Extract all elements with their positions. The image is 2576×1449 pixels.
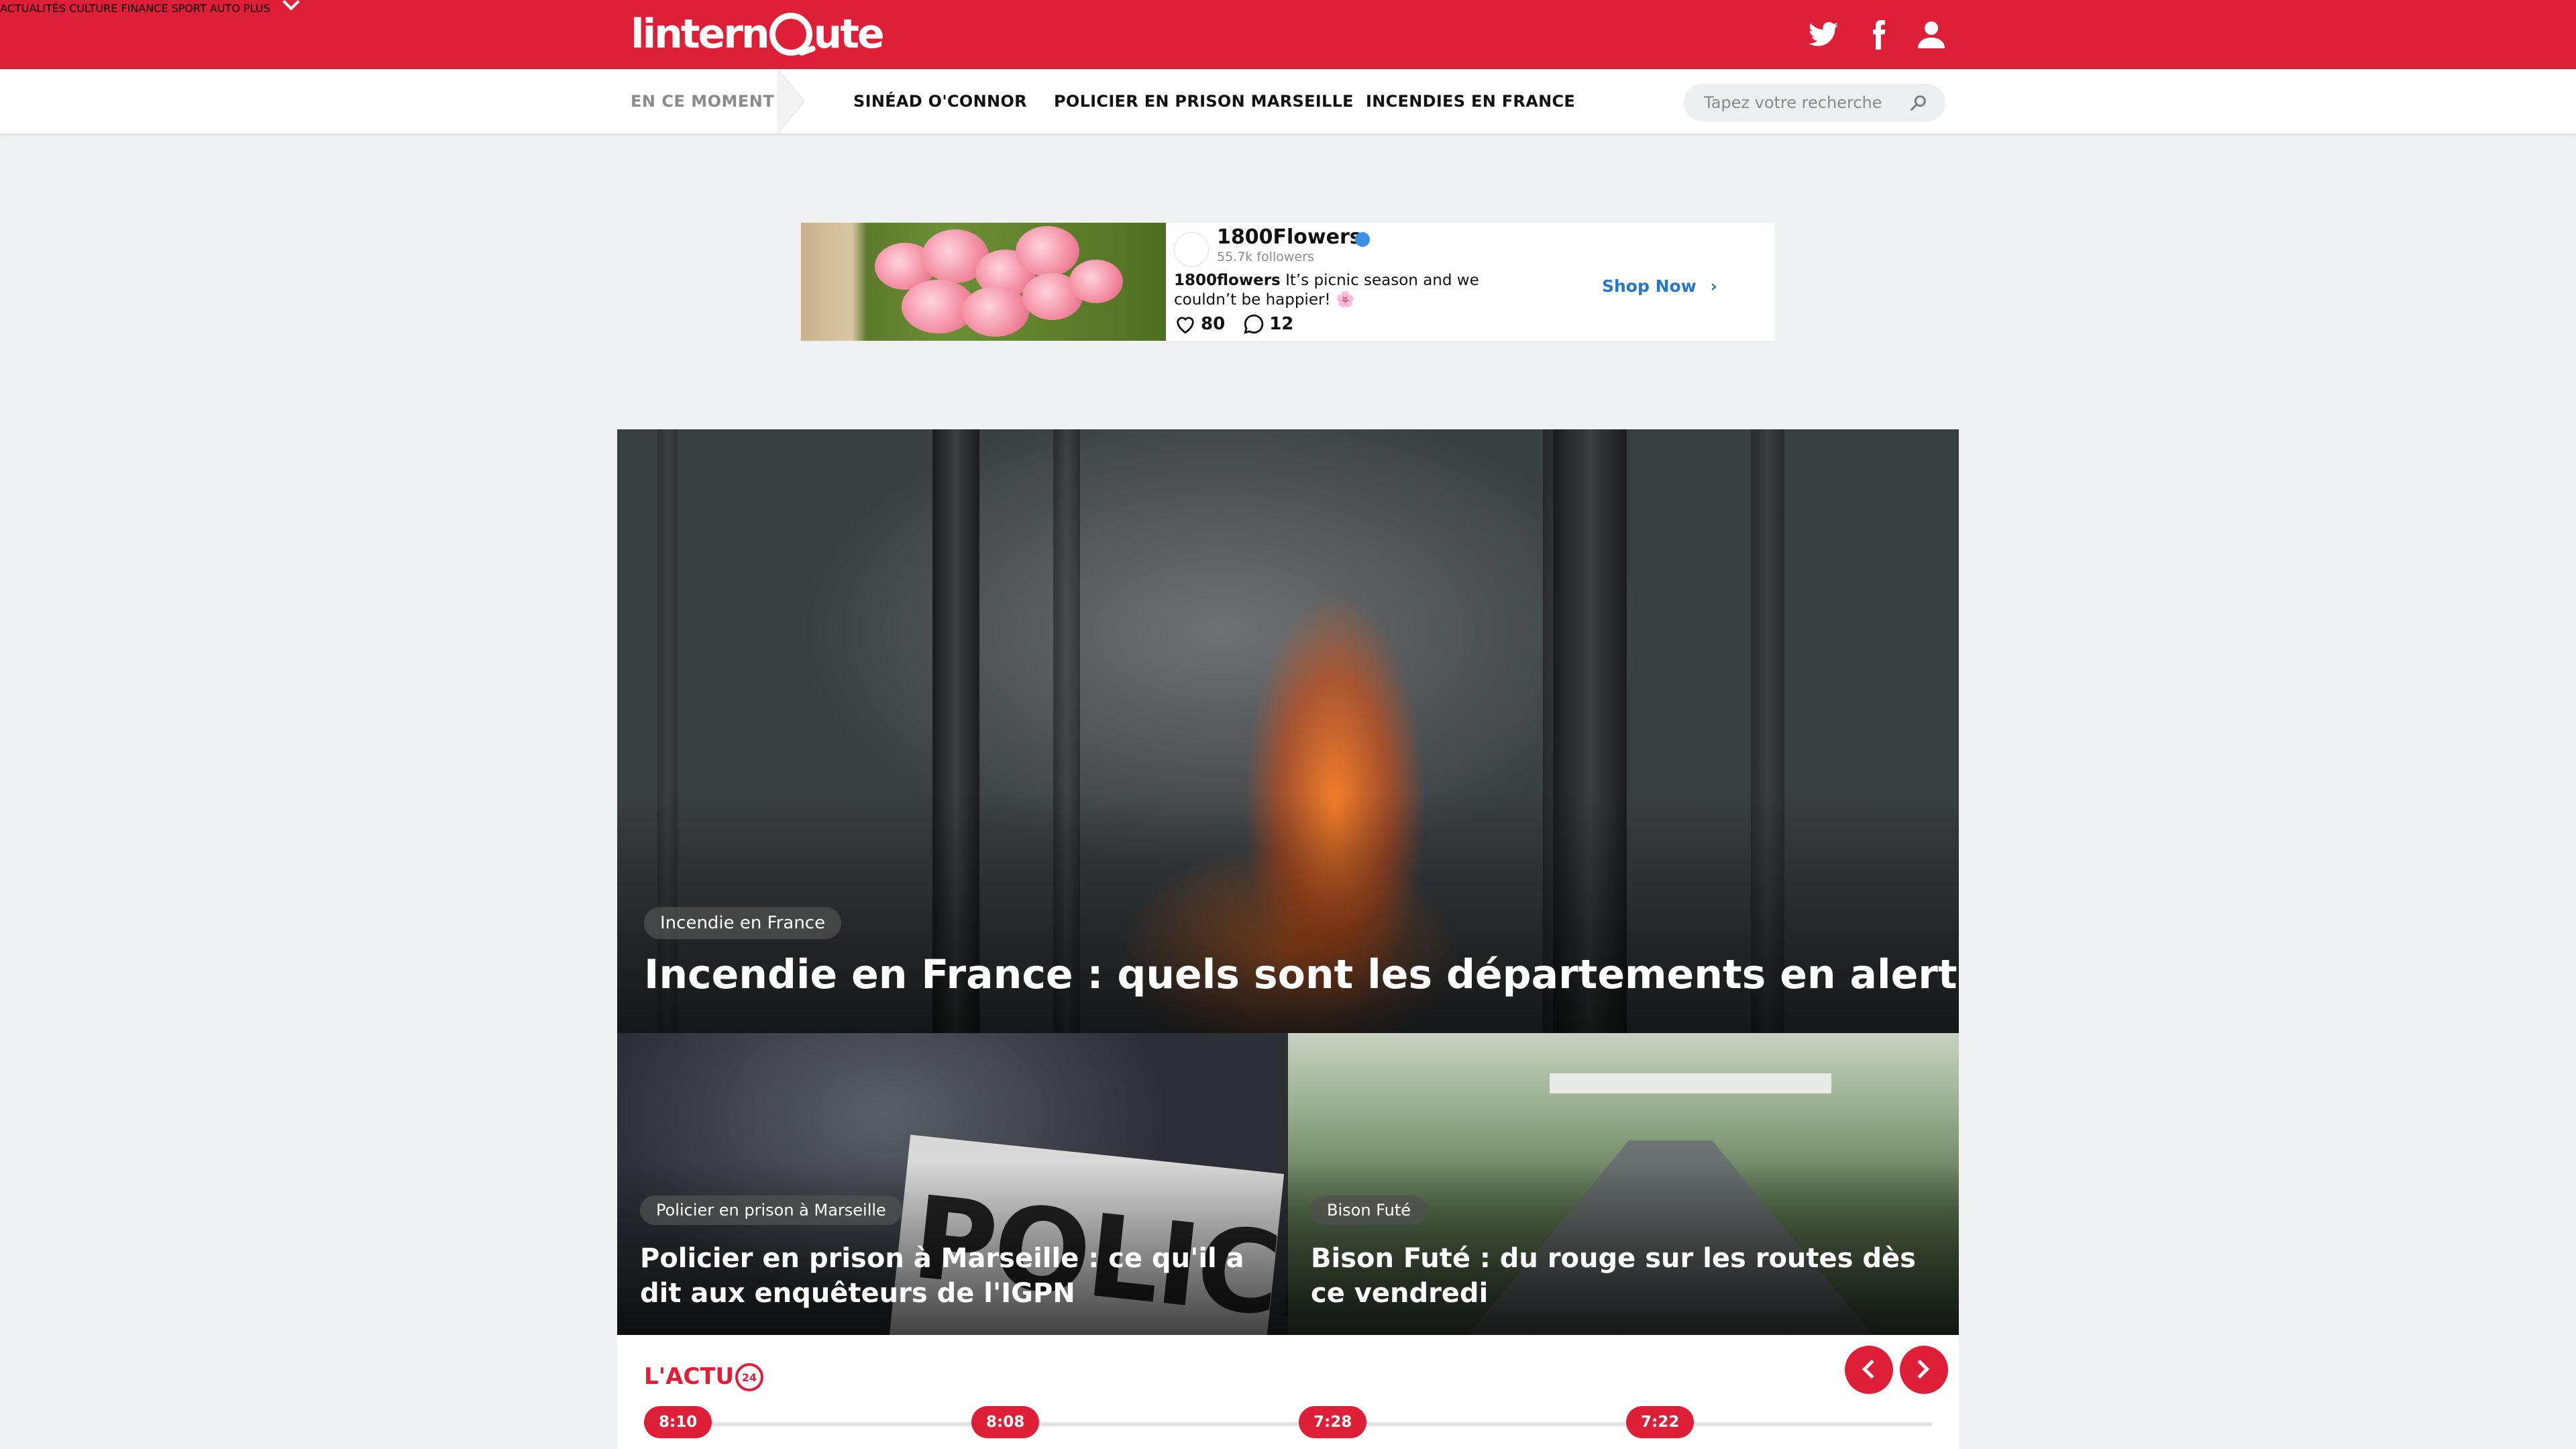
card-headline[interactable]: Policier en prison à Marseille : ce qu'i… — [640, 1241, 1271, 1311]
hero-category-tag[interactable]: Incendie en France — [644, 907, 842, 939]
card-headline[interactable]: Bison Futé : du rouge sur les routes dès… — [1311, 1241, 1941, 1311]
trend-link-sinead[interactable]: SINÉAD O'CONNOR — [853, 92, 1027, 111]
ad-comments-count: 12 — [1269, 314, 1294, 334]
highway-sign — [1550, 1073, 1831, 1093]
verified-badge-icon — [1355, 232, 1370, 247]
clock-24h-icon: 24 — [735, 1363, 763, 1391]
timeline-track — [644, 1422, 1932, 1426]
nav-finance[interactable]: FINANCE — [121, 2, 168, 15]
article-card-bison-fute[interactable]: Bison Futé Bison Futé : du rouge sur les… — [1288, 1033, 1959, 1335]
nav-actualites[interactable]: ACTUALITÉS — [0, 2, 66, 15]
chevron-right-icon: › — [1710, 276, 1717, 296]
logo-at-icon — [769, 13, 812, 56]
ad-cta-label: Shop Now — [1602, 276, 1697, 296]
next-button[interactable] — [1900, 1346, 1948, 1394]
trending-bar: EN CE MOMENT SINÉAD O'CONNOR POLICIER EN… — [0, 69, 2576, 133]
card-category-tag[interactable]: Bison Futé — [1311, 1195, 1428, 1225]
twitter-icon[interactable] — [1807, 19, 1839, 51]
time-badge[interactable]: 7:22 — [1626, 1406, 1695, 1438]
svg-text:24: 24 — [742, 1371, 757, 1384]
chevron-down-icon — [282, 0, 300, 11]
search-input[interactable] — [1704, 84, 1905, 121]
nav-sport[interactable]: SPORT — [172, 2, 207, 15]
hero-article[interactable]: Incendie en France Incendie en France : … — [617, 429, 1959, 1033]
ad-likes-count: 80 — [1201, 314, 1226, 334]
separator-arrow-icon — [777, 69, 805, 133]
nav-plus-label: PLUS — [243, 2, 270, 15]
chevron-right-icon — [1910, 1359, 1930, 1379]
heart-icon — [1177, 317, 1194, 334]
ad-caption: 1800flowers It’s picnic season and we co… — [1174, 271, 1523, 310]
ad-flowers-image — [801, 223, 1166, 341]
user-account-icon[interactable] — [1915, 19, 1947, 51]
ad-handle: 1800flowers — [1174, 272, 1281, 289]
ad-engagement: 80 12 — [1174, 313, 1293, 335]
card-category-tag[interactable]: Policier en prison à Marseille — [640, 1195, 902, 1225]
site-logo[interactable]: lintern ute — [631, 11, 885, 58]
time-badge[interactable]: 8:08 — [971, 1406, 1040, 1438]
previous-button[interactable] — [1845, 1346, 1893, 1394]
search-icon[interactable] — [1909, 93, 1928, 112]
live-news-section: L'ACTU 24 8:10 8:08 7:28 7:22 — [617, 1335, 1959, 1449]
facebook-icon[interactable] — [1862, 19, 1894, 51]
sponsored-ad[interactable]: 1800Flowers 55.7k followers 1800flowers … — [801, 223, 1775, 341]
nav-culture[interactable]: CULTURE — [69, 2, 117, 15]
nav-plus[interactable]: PLUS — [243, 0, 300, 15]
trending-label: EN CE MOMENT — [631, 92, 775, 111]
ad-shop-now-button[interactable]: Shop Now › — [1602, 276, 1717, 296]
article-card-police[interactable]: POLICE Policier en prison à Marseille Po… — [617, 1033, 1288, 1335]
logo-text-end: ute — [813, 11, 885, 58]
time-badge[interactable]: 8:10 — [644, 1406, 712, 1438]
ad-followers: 55.7k followers — [1217, 250, 1314, 264]
ad-brand-avatar — [1174, 232, 1209, 267]
trend-link-incendies[interactable]: INCENDIES EN FRANCE — [1366, 92, 1575, 111]
actu-title: L'ACTU — [644, 1363, 735, 1390]
time-badge[interactable]: 7:28 — [1299, 1406, 1367, 1438]
ad-brand-name: 1800Flowers — [1217, 225, 1362, 249]
hero-headline[interactable]: Incendie en France : quels sont les dépa… — [644, 951, 1959, 998]
comment-icon — [1244, 314, 1264, 334]
chevron-left-icon — [1862, 1359, 1882, 1379]
top-navigation-bar: lintern ute ACTUALITÉS CULTURE FINANCE SP… — [0, 0, 2576, 69]
nav-auto[interactable]: AUTO — [210, 2, 240, 15]
trend-link-policier[interactable]: POLICIER EN PRISON MARSEILLE — [1054, 92, 1354, 111]
search-box — [1684, 84, 1945, 121]
logo-text-start: lintern — [631, 11, 770, 58]
